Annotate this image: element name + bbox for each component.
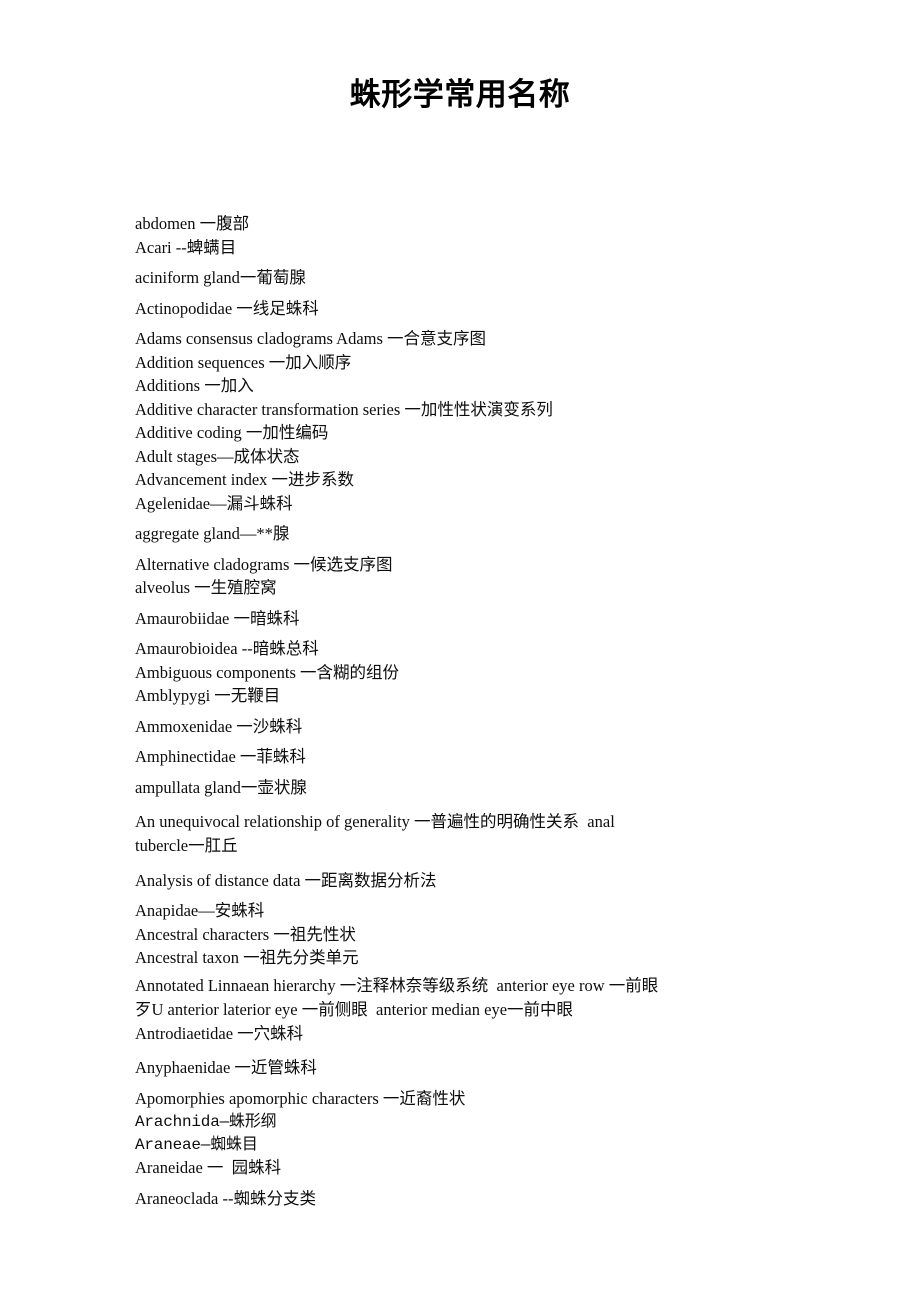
glossary-entry: alveolus 一生殖腔窝 [135, 578, 277, 597]
glossary-entry: Additions 一加入 [135, 376, 254, 395]
glossary-entry: Annotated Linnaean hierarchy 一注释林奈等级系统 a… [135, 975, 659, 1044]
glossary-entry: Additive coding 一加性编码 [135, 423, 329, 442]
glossary-entry: Ancestral taxon 一祖先分类单元 [135, 948, 359, 967]
glossary-entry: Anapidae—安蛛科 [135, 901, 265, 920]
glossary-entry: Ambiguous components 一含糊的组份 [135, 662, 399, 682]
glossary-entry: Advancement index 一进步系数 [135, 470, 355, 489]
glossary-entry: abdomen 一腹部 [135, 214, 250, 233]
glossary-entry: Actinopodidae 一线足蛛科 [135, 298, 319, 318]
glossary-entry: Amaurobiidae 一暗蛛科 [135, 608, 300, 628]
glossary-list: abdomen 一腹部 Acari --蜱螨目 aciniform gland一葡萄… [135, 214, 665, 1221]
glossary-entry: Arachnida—蛛形纲 [135, 1113, 277, 1132]
glossary-entry: Amphinectidae 一菲蛛科 [135, 747, 306, 766]
glossary-entry: Adams consensus cladograms Adams 一合意支序图 [135, 329, 487, 348]
glossary-entry: Amaurobioidea --暗蛛总科 [135, 639, 319, 658]
glossary-entry: Anyphaenidae 一近管蛛科 [135, 1058, 317, 1078]
glossary-entry: Ancestral characters 一祖先性状 [135, 924, 356, 944]
glossary-entry: Apomorphies apomorphic characters 一近裔性状 [135, 1088, 466, 1108]
glossary-entry: Addition sequences 一加入顺序 [135, 352, 352, 372]
glossary-entry: ampullata gland一壶状腺 [135, 777, 307, 797]
glossary-entry: Araneoclada --蜘蛛分支类 [135, 1188, 316, 1208]
glossary-entry: Acari --蜱螨目 [135, 237, 237, 257]
glossary-entry: Araneidae 一 园蛛科 [135, 1158, 282, 1178]
glossary-entry: aggregate gland—**腺 [135, 524, 290, 543]
glossary-entry: An unequivocal relationship of generalit… [135, 812, 619, 856]
glossary-entry: Agelenidae—漏斗蛛科 [135, 493, 293, 513]
glossary-entry: Ammoxenidae 一沙蛛科 [135, 716, 303, 736]
document-page: 蛛形学常用名称 abdomen 一腹部 Acari --蜱螨目 aciniform … [0, 0, 920, 1302]
glossary-entry: Alternative cladograms 一候选支序图 [135, 554, 393, 574]
glossary-entry: Araneae—蜘蛛目 [135, 1136, 258, 1155]
glossary-entry: Additive character transformation series… [135, 399, 553, 419]
glossary-entry: Analysis of distance data 一距离数据分析法 [135, 870, 437, 890]
glossary-entry: Adult stages—成体状态 [135, 446, 300, 466]
glossary-entry: Amblypygi 一无鞭目 [135, 686, 281, 705]
page-title: 蛛形学常用名称 [349, 77, 571, 112]
glossary-entry: aciniform gland一葡萄腺 [135, 268, 306, 287]
